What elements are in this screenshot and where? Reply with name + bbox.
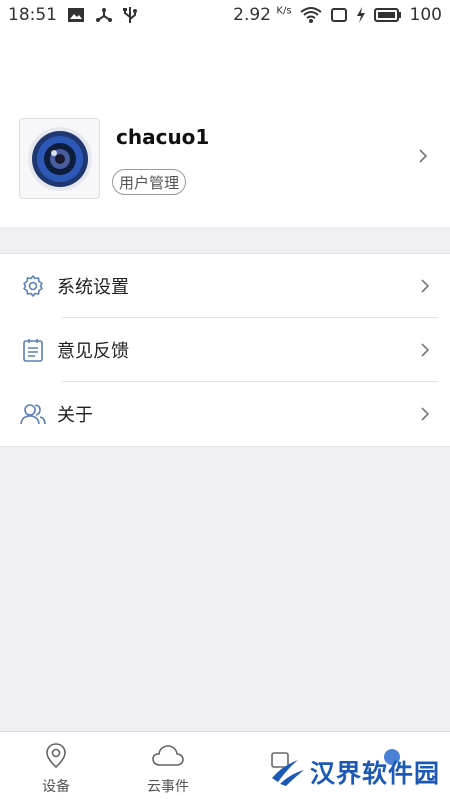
chevron-right-icon (420, 406, 430, 426)
net-speed-unit: K/s (276, 5, 292, 17)
share-icon (95, 7, 113, 23)
net-speed: 2.92 K/s (233, 5, 291, 25)
menu-item-feedback[interactable]: 意见反馈 (0, 318, 450, 382)
avatar[interactable] (19, 118, 100, 199)
screen-icon (330, 7, 348, 23)
watermark: 汉界软件园 (268, 752, 440, 792)
menu-item-label: 意见反馈 (57, 341, 129, 362)
cloud-icon (151, 742, 185, 770)
watermark-text: 汉界软件园 (310, 759, 441, 788)
chevron-right-icon (418, 148, 428, 168)
user-management-button[interactable]: 用户管理 (112, 169, 187, 195)
menu-item-label: 关于 (57, 405, 93, 426)
tab-devices[interactable]: 设备 (0, 732, 112, 800)
status-time: 18:51 (8, 5, 57, 25)
charging-icon (356, 7, 366, 23)
menu-item-label: 系统设置 (57, 277, 129, 298)
menu-item-about[interactable]: 关于 (0, 382, 450, 446)
menu-item-system-settings[interactable]: 系统设置 (0, 254, 450, 318)
clipboard-icon (20, 337, 46, 363)
users-icon (20, 401, 46, 427)
status-bar: 18:51 2.92 K/s 100 (0, 0, 450, 30)
camera-lens-icon (27, 126, 92, 191)
battery-icon (373, 7, 402, 23)
tab-label: 设备 (42, 779, 70, 795)
chevron-right-icon (420, 342, 430, 362)
chevron-right-icon (420, 278, 430, 298)
gear-icon (20, 273, 46, 299)
profile-card[interactable]: chacuo1 用户管理 (0, 30, 450, 227)
location-pin-icon (44, 742, 68, 770)
image-notification-icon (67, 7, 85, 23)
settings-menu: 系统设置 意见反馈 关于 (0, 253, 450, 447)
username: chacuo1 (116, 125, 210, 149)
usb-icon (123, 6, 137, 24)
tab-label: 云事件 (147, 779, 189, 795)
tab-cloud-events[interactable]: 云事件 (112, 732, 224, 800)
battery-level: 100 (409, 5, 442, 25)
wifi-icon (299, 6, 322, 24)
watermark-logo-icon (268, 752, 306, 792)
net-speed-value: 2.92 (233, 5, 271, 25)
